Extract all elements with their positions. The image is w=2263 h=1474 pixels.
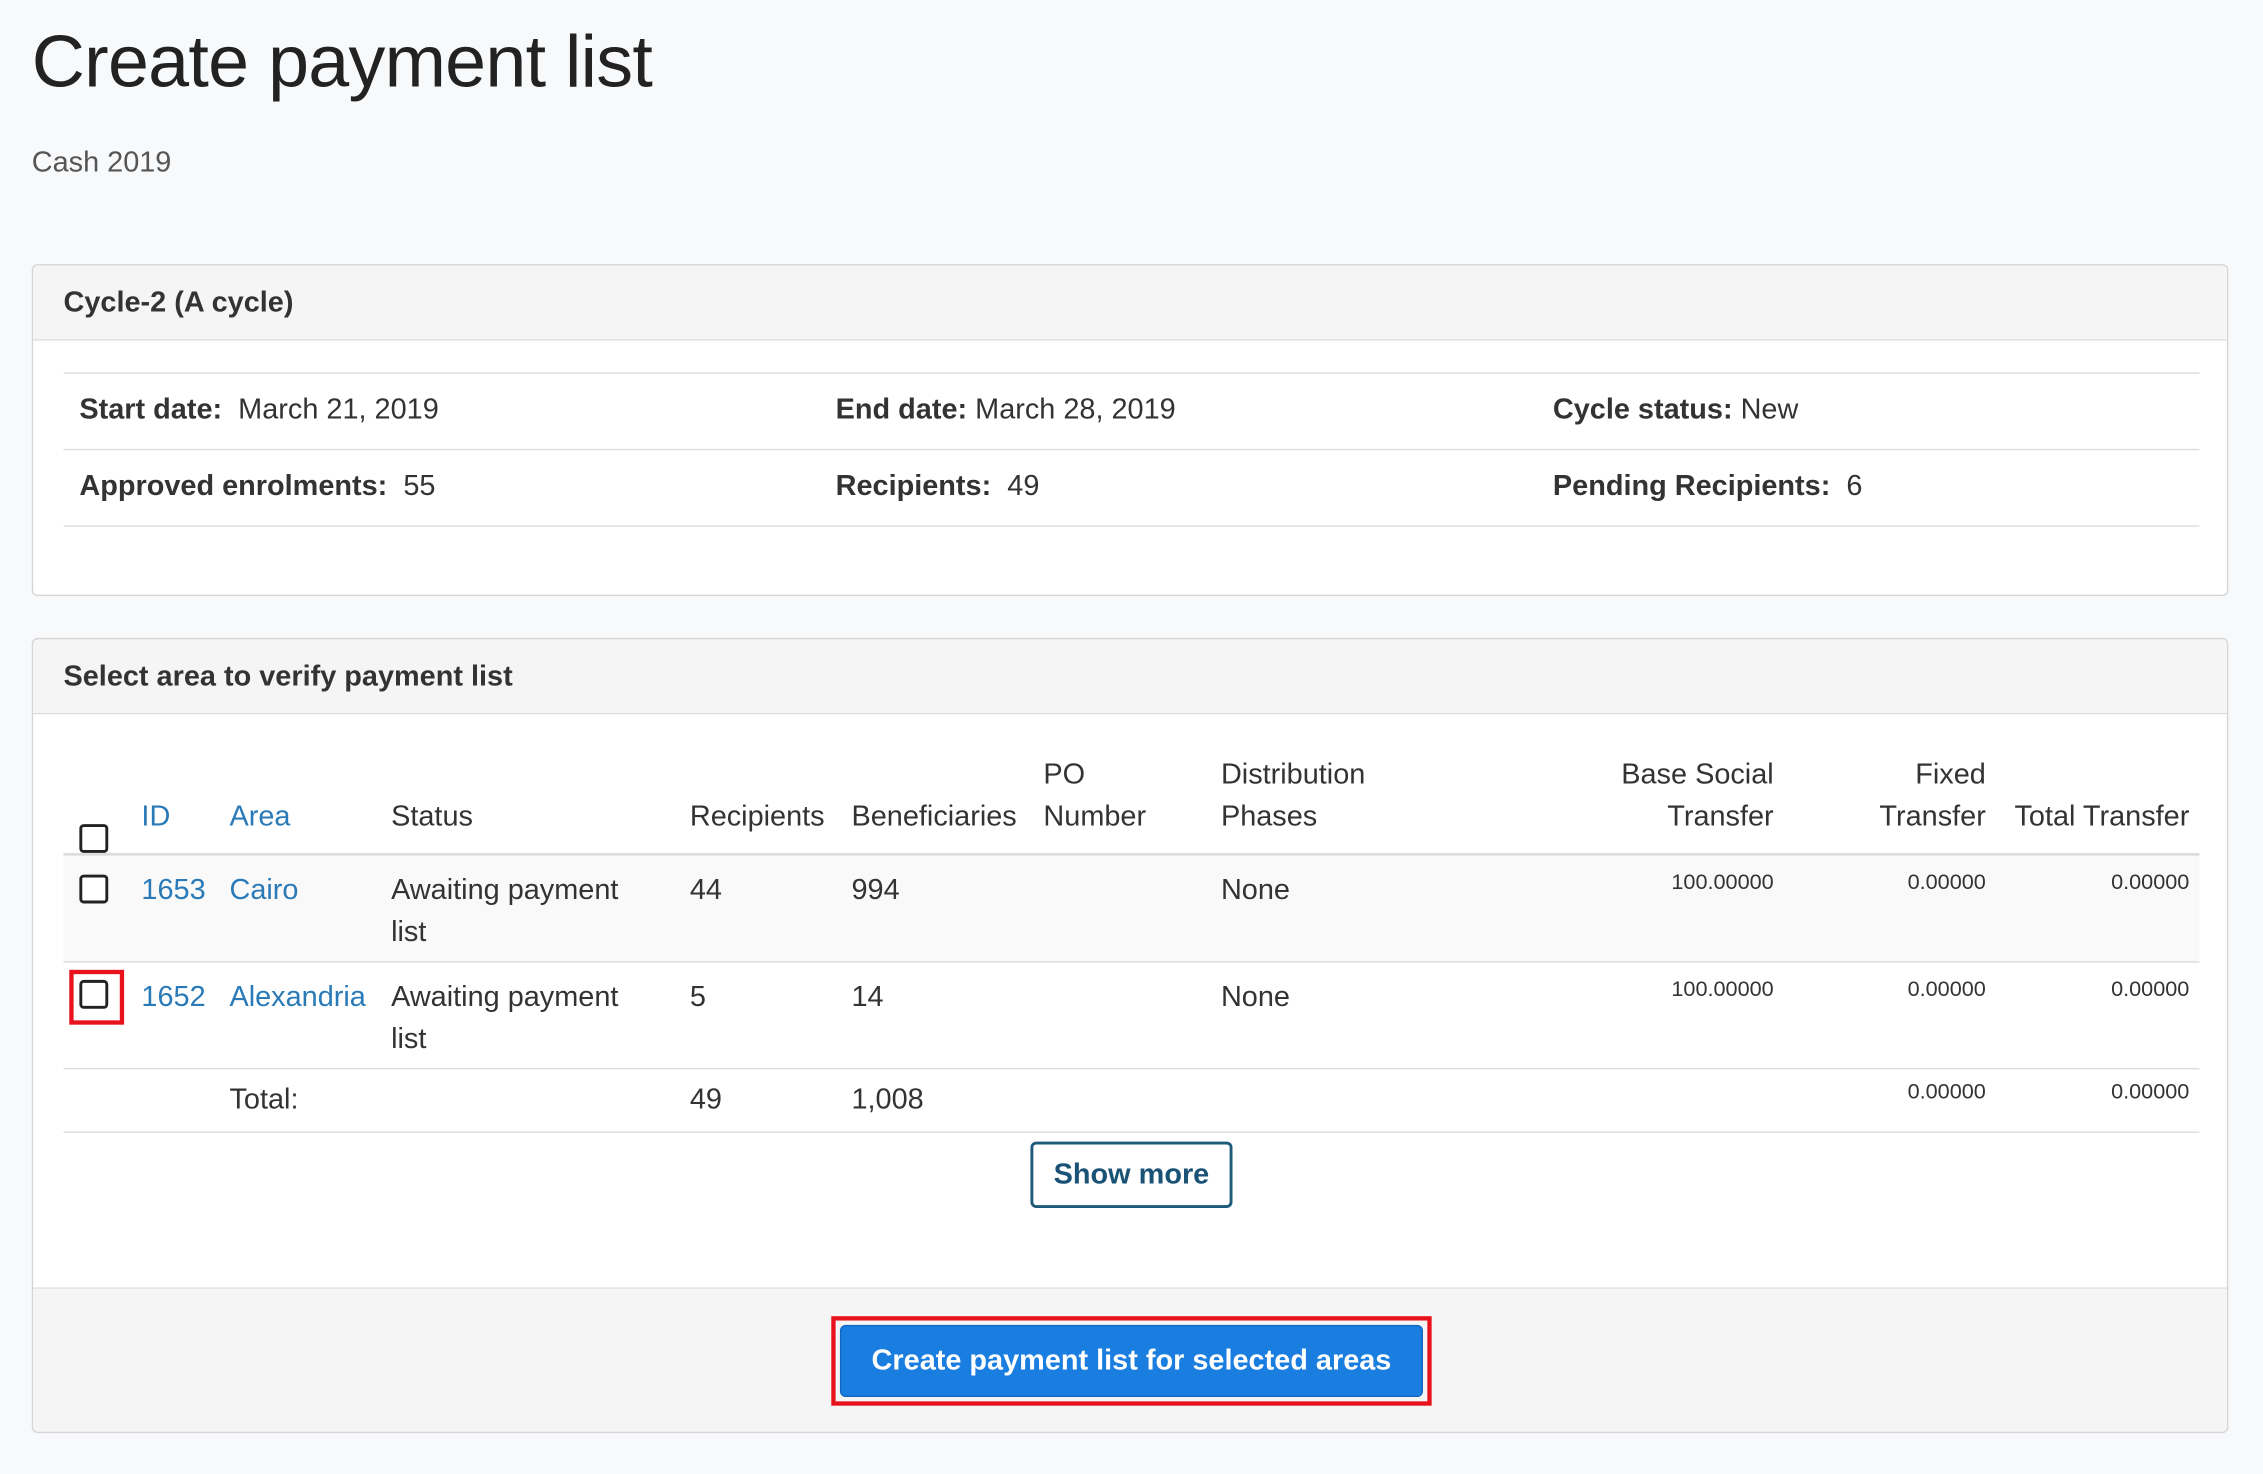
status-line2: list <box>391 1023 427 1055</box>
end-date-label: End date: <box>835 393 968 426</box>
status-line2: list <box>391 916 427 949</box>
total-fixed-transfer: 0.00000 <box>1907 1079 1986 1105</box>
total-beneficiaries: 1,008 <box>851 1083 924 1116</box>
approved-enrolments-value: 55 <box>403 470 436 503</box>
cycle-panel-heading: Cycle-2 (A cycle) <box>33 265 2227 341</box>
start-date-field: Start date: March 21, 2019 <box>79 394 438 427</box>
pending-recipients-value: 6 <box>1846 470 1863 503</box>
area-total-transfer: 0.00000 <box>2111 977 2190 1002</box>
area-beneficiaries: 14 <box>851 981 884 1014</box>
cycle-info-row: Start date: March 21, 2019 End date: Mar… <box>63 372 2200 448</box>
dist-header-line1: Distribution <box>1220 759 1366 791</box>
dist-header-line2: Phases <box>1220 800 1318 833</box>
approved-enrolments-field: Approved enrolments: 55 <box>79 470 435 503</box>
area-recipients: 5 <box>689 981 706 1014</box>
area-total-transfer: 0.00000 <box>2111 870 2190 895</box>
area-status: Awaiting payment list <box>391 977 618 1061</box>
column-header-recipients: Recipients <box>689 800 825 833</box>
recipients-label: Recipients: <box>835 470 992 503</box>
area-panel-heading: Select area to verify payment list <box>33 639 2227 715</box>
select-all-checkbox[interactable] <box>79 824 109 853</box>
recipients-field: Recipients: 49 <box>836 470 1040 503</box>
start-date-label: Start date: <box>79 393 223 426</box>
approved-enrolments-label: Approved enrolments: <box>79 470 388 503</box>
area-fixed-transfer: 0.00000 <box>1907 870 1986 895</box>
column-header-status: Status <box>391 800 473 833</box>
table-row: 1653 Cairo Awaiting payment list 44 994 … <box>63 855 2200 963</box>
cycle-status-field: Cycle status: New <box>1553 394 1798 427</box>
cycle-panel: Cycle-2 (A cycle) Start date: March 21, … <box>31 264 2229 597</box>
area-name-link[interactable]: Alexandria <box>229 977 365 1019</box>
fixed-header-line1: Fixed <box>1915 759 1986 791</box>
area-distribution-phases: None <box>1220 981 1290 1014</box>
total-recipients: 49 <box>689 1083 722 1116</box>
area-base-social-transfer: 100.00000 <box>1671 977 1774 1002</box>
area-status: Awaiting payment list <box>391 870 618 954</box>
column-header-id[interactable]: ID <box>141 797 170 839</box>
table-total-row: Total: 49 1,008 0.00000 0.00000 <box>63 1069 2200 1133</box>
po-header-line1: PO <box>1043 759 1086 791</box>
column-header-fixed-transfer: Fixed Transfer <box>1879 755 1985 839</box>
pending-recipients-field: Pending Recipients: 6 <box>1553 470 1863 503</box>
area-selection-panel: Select area to verify payment list ID Ar… <box>31 637 2229 1434</box>
column-header-po-number: PO Number <box>1043 755 1146 839</box>
column-header-area[interactable]: Area <box>229 797 290 839</box>
status-line1: Awaiting payment <box>391 874 619 907</box>
end-date-field: End date: March 28, 2019 <box>836 394 1176 427</box>
areas-table: ID Area Status Recipients Beneficiaries … <box>63 716 2200 1133</box>
base-header-line2: Transfer <box>1667 800 1774 833</box>
show-more-button[interactable]: Show more <box>1030 1141 1233 1208</box>
base-header-line1: Base Social <box>1621 759 1774 791</box>
row-checkbox[interactable] <box>79 874 109 904</box>
page-title: Create payment list <box>31 20 653 103</box>
create-payment-list-button[interactable]: Create payment list for selected areas <box>839 1324 1423 1398</box>
recipients-value: 49 <box>1007 470 1040 503</box>
start-date-value: March 21, 2019 <box>238 393 439 426</box>
row-checkbox[interactable] <box>79 979 109 1009</box>
po-header-line2: Number <box>1043 800 1147 833</box>
column-header-beneficiaries: Beneficiaries <box>851 800 1017 833</box>
column-header-base-social-transfer: Base Social Transfer <box>1621 755 1773 839</box>
area-panel-footer: Create payment list for selected areas <box>33 1287 2227 1432</box>
column-header-total-transfer: Total Transfer <box>2014 800 2190 833</box>
page-subtitle: Cash 2019 <box>31 147 172 179</box>
cycle-status-value: New <box>1740 393 1799 426</box>
cycle-info-row: Approved enrolments: 55 Recipients: 49 P… <box>63 448 2200 527</box>
total-total-transfer: 0.00000 <box>2111 1079 2190 1105</box>
total-label: Total: <box>229 1083 299 1116</box>
pending-recipients-label: Pending Recipients: <box>1552 470 1831 503</box>
page: Create payment list Cash 2019 Cycle-2 (A… <box>0 0 2263 1474</box>
area-id-link[interactable]: 1653 <box>141 870 205 912</box>
area-id-link[interactable]: 1652 <box>141 977 205 1019</box>
area-base-social-transfer: 100.00000 <box>1671 870 1774 895</box>
column-header-distribution-phases: Distribution Phases <box>1221 755 1365 839</box>
cycle-status-label: Cycle status: <box>1552 393 1733 426</box>
table-row: 1652 Alexandria Awaiting payment list 5 … <box>63 963 2200 1070</box>
area-recipients: 44 <box>689 874 722 907</box>
cycle-info-grid: Start date: March 21, 2019 End date: Mar… <box>63 372 2200 527</box>
area-name-link[interactable]: Cairo <box>229 870 298 912</box>
table-header: ID Area Status Recipients Beneficiaries … <box>63 716 2200 856</box>
end-date-value: March 28, 2019 <box>975 393 1176 426</box>
area-beneficiaries: 994 <box>851 874 900 907</box>
area-distribution-phases: None <box>1220 874 1290 907</box>
fixed-header-line2: Transfer <box>1879 800 1986 833</box>
status-line1: Awaiting payment <box>391 981 619 1014</box>
area-fixed-transfer: 0.00000 <box>1907 977 1986 1002</box>
